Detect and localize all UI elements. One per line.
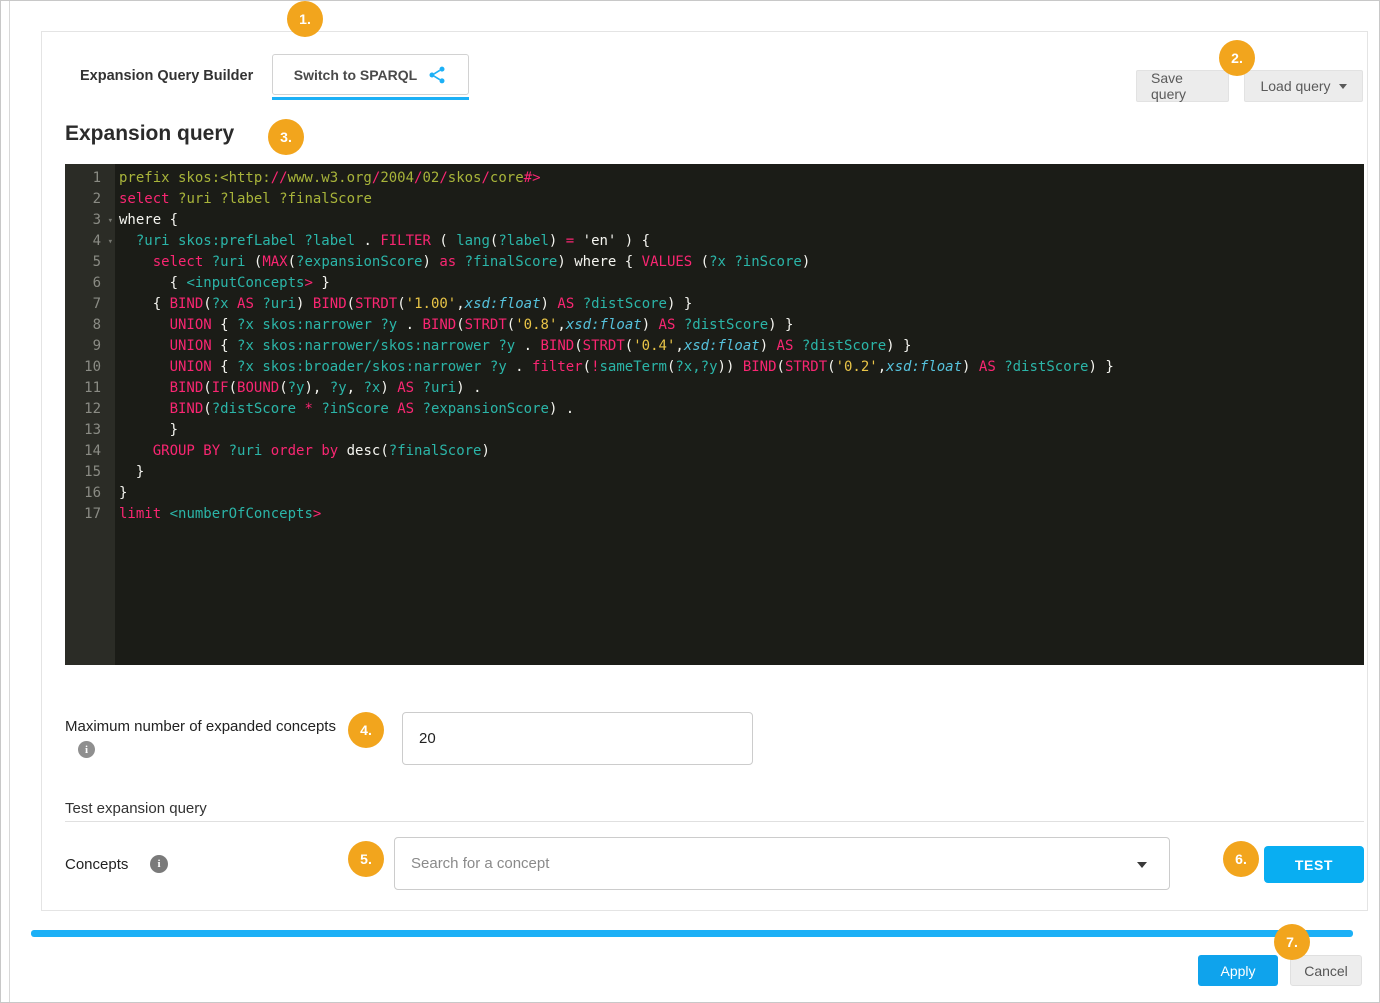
annotation-badge-4: 4. [348,712,384,748]
max-expanded-concepts-label: Maximum number of expanded concepts [65,718,336,735]
code-line: 6 { <inputConcepts> } [65,273,1364,294]
annotation-badge-1: 1. [287,1,323,37]
share-icon [427,65,447,85]
code-line: 17limit <numberOfConcepts> [65,504,1364,525]
expansion-query-builder-panel: Expansion Query Builder Switch to SPARQL… [41,31,1368,911]
concept-search-input[interactable] [395,838,1169,889]
fold-arrow-icon[interactable]: ▾ [108,211,113,232]
annotation-badge-7: 7. [1274,924,1310,960]
code-line: 8 UNION { ?x skos:narrower ?y . BIND(STR… [65,315,1364,336]
save-query-label: Save query [1151,70,1214,102]
concepts-info-icon[interactable]: i [150,855,168,873]
code-line: 1prefix skos:<http://www.w3.org/2004/02/… [65,168,1364,189]
page-left-border [9,1,10,1002]
code-line: 13 } [65,420,1364,441]
annotation-badge-3: 3. [268,119,304,155]
expansion-query-heading: Expansion query [65,122,234,146]
save-query-button[interactable]: Save query [1136,70,1229,102]
code-line: 14 GROUP BY ?uri order by desc(?finalSco… [65,441,1364,462]
expansion-query-builder-page: Expansion Query Builder Switch to SPARQL… [0,0,1380,1003]
concepts-label: Concepts [65,856,128,873]
switch-to-sparql-label: Switch to SPARQL [294,67,417,83]
test-expansion-query-heading: Test expansion query [65,800,207,817]
code-line: 2select ?uri ?label ?finalScore [65,189,1364,210]
code-editor[interactable]: 1prefix skos:<http://www.w3.org/2004/02/… [65,164,1364,665]
code-line: 9 UNION { ?x skos:narrower/skos:narrower… [65,336,1364,357]
code-line: 16} [65,483,1364,504]
switch-to-sparql-tab[interactable]: Switch to SPARQL [272,54,469,95]
load-query-button[interactable]: Load query [1244,70,1363,102]
annotation-badge-2: 2. [1219,40,1255,76]
section-divider [65,821,1364,822]
code-line: 10 UNION { ?x skos:broader/skos:narrower… [65,357,1364,378]
page-title: Expansion Query Builder [80,68,253,84]
info-icon[interactable]: i [78,741,95,758]
annotation-badge-5: 5. [348,841,384,877]
cancel-button[interactable]: Cancel [1290,955,1362,986]
load-query-label: Load query [1260,78,1330,94]
max-expanded-concepts-input[interactable] [402,712,753,765]
chevron-down-icon [1339,84,1347,89]
test-button[interactable]: TEST [1264,846,1364,883]
code-line: 3▾where { [65,210,1364,231]
annotation-badge-6: 6. [1223,841,1259,877]
info-icon-glyph: i [85,744,88,756]
code-line: 15 } [65,462,1364,483]
code-line: 5 select ?uri (MAX(?expansionScore) as ?… [65,252,1364,273]
blue-divider [31,930,1353,937]
select-chevron-down-icon [1137,862,1147,868]
code-editor-lines: 1prefix skos:<http://www.w3.org/2004/02/… [65,168,1364,525]
apply-button[interactable]: Apply [1198,955,1278,986]
concept-search-select[interactable] [394,837,1170,890]
active-tab-indicator [272,97,469,100]
code-line: 4▾ ?uri skos:prefLabel ?label . FILTER (… [65,231,1364,252]
code-line: 12 BIND(?distScore * ?inScore AS ?expans… [65,399,1364,420]
code-line: 7 { BIND(?x AS ?uri) BIND(STRDT('1.00',x… [65,294,1364,315]
code-line: 11 BIND(IF(BOUND(?y), ?y, ?x) AS ?uri) . [65,378,1364,399]
info-icon-glyph: i [157,858,160,870]
fold-arrow-icon[interactable]: ▾ [108,232,113,253]
